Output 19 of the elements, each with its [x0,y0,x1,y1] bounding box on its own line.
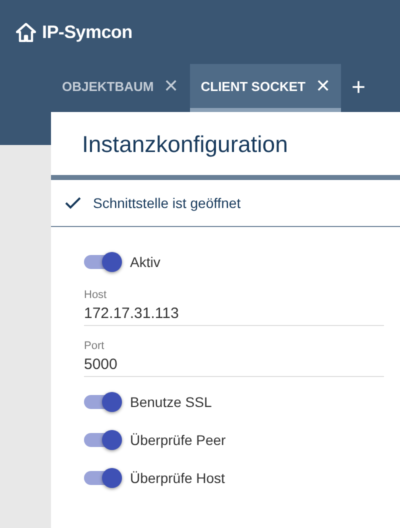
toggle-label: Überprüfe Peer [130,432,226,448]
close-icon[interactable]: ✕ [315,75,330,97]
tab[interactable]: CLIENT SOCKET ✕ [190,64,342,112]
toggle-label: Aktiv [130,254,160,270]
text-field[interactable]: Host 172.17.31.113 [84,289,384,326]
toggle-switch[interactable] [84,255,120,269]
app-title: IP-Symcon [42,22,132,42]
toggle-label: Überprüfe Host [130,470,225,486]
toggle-switch[interactable] [84,395,120,409]
toggle-switch[interactable] [84,471,120,485]
add-tab-button[interactable]: + [341,64,376,112]
status-text: Schnittstelle ist geöffnet [93,195,241,211]
toggle-label: Benutze SSL [130,394,212,410]
text-field[interactable]: Port 5000 [84,340,384,377]
home-icon [16,22,36,42]
tab[interactable]: OBJEKTBAUM ✕ [51,64,190,112]
toggle-switch[interactable] [84,433,120,447]
close-icon[interactable]: ✕ [164,75,179,97]
panel-title: Instanzkonfiguration [81,130,289,159]
